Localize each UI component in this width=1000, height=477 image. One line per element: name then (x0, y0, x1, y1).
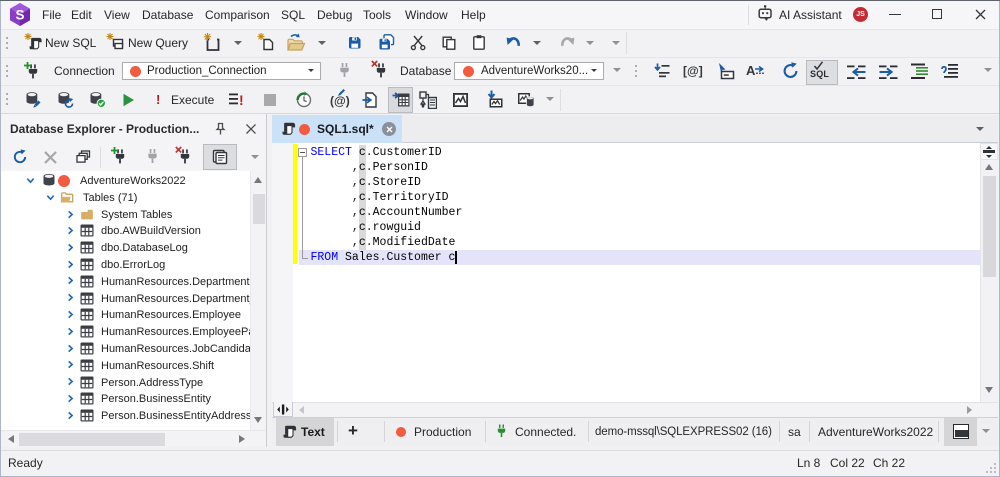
svg-text:!: ! (239, 92, 244, 108)
svg-text:S: S (15, 8, 24, 23)
